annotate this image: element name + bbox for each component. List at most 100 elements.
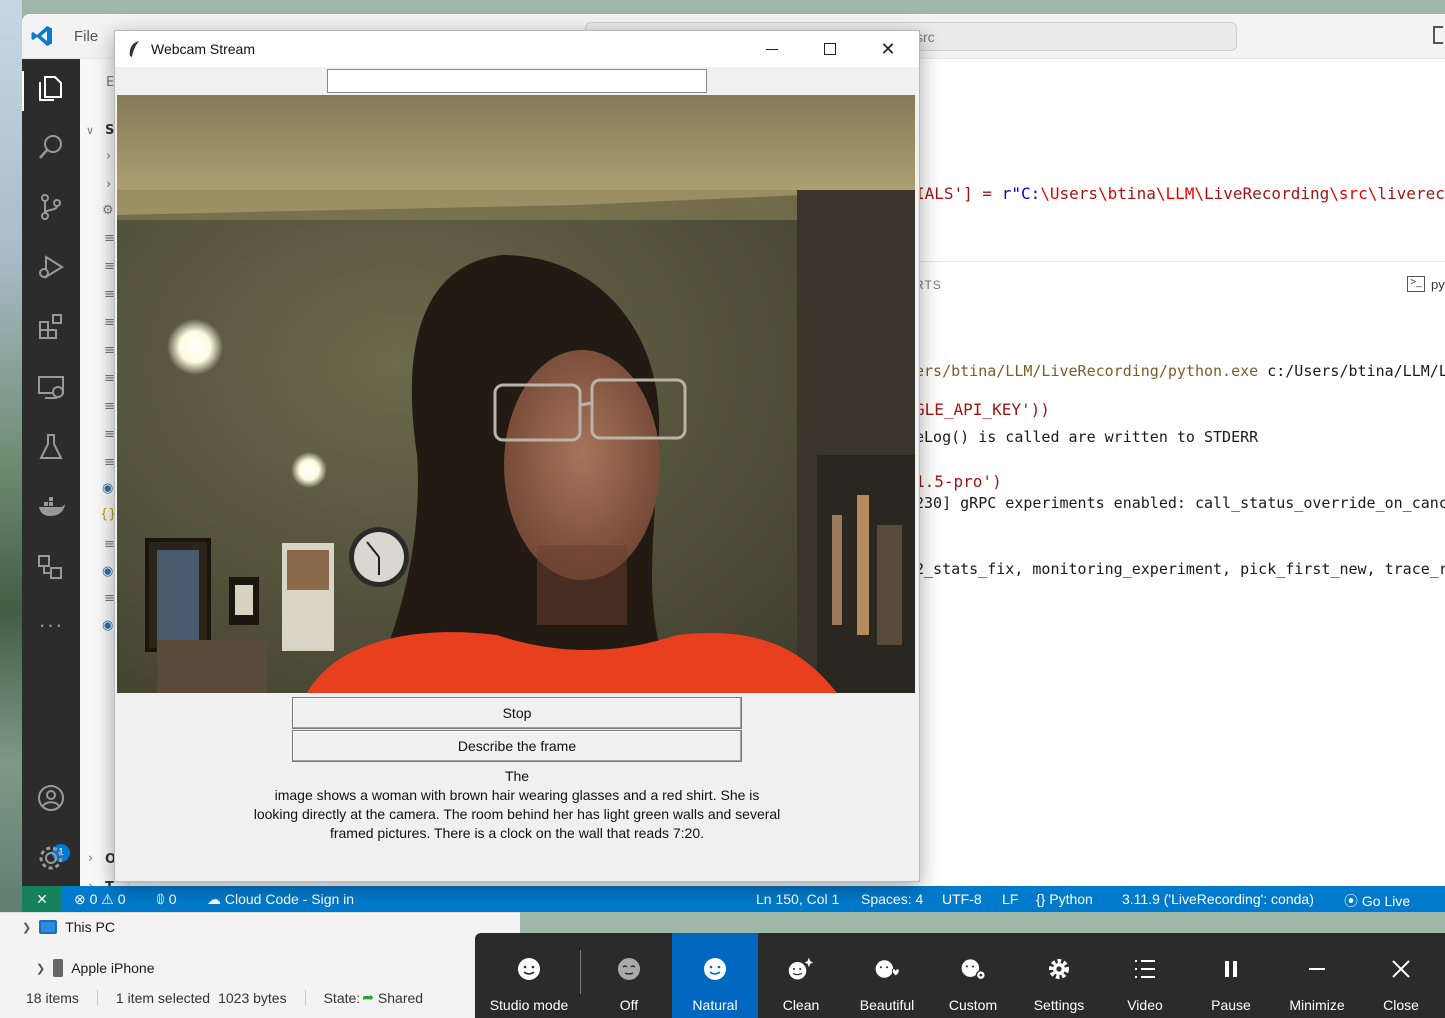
state-label: State: — [323, 989, 361, 1006]
shared-icon: ➦ — [362, 989, 374, 1005]
minus-icon — [1303, 955, 1331, 983]
terminal-line: eLog() is called are written to STDERR — [915, 428, 1259, 446]
studio-effects-toolbar: Studio mode Off Natural Clean Beautiful … — [475, 933, 1445, 1018]
natural-button[interactable]: Natural — [672, 933, 758, 1018]
this-pc-label: This PC — [65, 919, 116, 935]
face-icon — [515, 955, 543, 983]
pause-icon — [1217, 955, 1245, 983]
nav-this-pc[interactable]: ❯ This PC — [22, 919, 115, 935]
encoding[interactable]: UTF-8 — [942, 891, 982, 907]
minimize-toolbar-button[interactable]: Minimize — [1274, 933, 1360, 1018]
describe-frame-button[interactable]: Describe the frame — [292, 730, 742, 762]
toolbar-divider — [580, 950, 581, 994]
window-title: Webcam Stream — [151, 41, 255, 57]
more-icon[interactable]: ··· — [36, 612, 66, 642]
chevron-down-icon[interactable]: ∨ — [86, 124, 94, 137]
problems-indicator[interactable]: ⊗ 0 ⚠ 0 — [74, 891, 126, 908]
settings-button[interactable]: Settings — [1016, 933, 1102, 1018]
remote-indicator-icon[interactable]: ✕ — [22, 886, 62, 912]
accounts-icon[interactable] — [36, 783, 66, 813]
prompt-entry[interactable] — [327, 69, 707, 93]
section-src[interactable]: S — [105, 123, 114, 138]
gear-icon — [1045, 955, 1073, 983]
extensions-icon[interactable] — [36, 312, 66, 342]
terminal-line: ers/btina/LLM/LiveRecording/python.exe c… — [915, 362, 1445, 380]
desktop-wallpaper — [0, 0, 22, 1018]
settings-file-icon[interactable]: ⚙ — [102, 203, 114, 218]
terminal-python-tab[interactable]: >_ py — [1407, 276, 1445, 292]
chevron-right-icon[interactable]: › — [88, 851, 93, 866]
activity-bar: ··· 1 — [22, 59, 80, 886]
webcam-video-frame — [117, 95, 915, 693]
video-button[interactable]: Video — [1102, 933, 1188, 1018]
ports-indicator[interactable]: 𝟘 0 — [156, 891, 177, 908]
explorer-files-icon[interactable] — [36, 73, 66, 103]
webcam-titlebar[interactable]: Webcam Stream ✕ — [115, 31, 919, 67]
explorer-status-bar: 18 items 1 item selected 1023 bytes Stat… — [26, 989, 423, 1006]
custom-button[interactable]: Custom — [930, 933, 1016, 1018]
off-button[interactable]: Off — [586, 933, 672, 1018]
clean-button[interactable]: Clean — [758, 933, 844, 1018]
python-file-icon[interactable]: ◉ — [102, 481, 113, 496]
code-line: IALS'] = r"C:\Users\btina\LLM\LiveRecord… — [915, 184, 1445, 203]
face-natural-icon — [701, 955, 729, 983]
pause-button[interactable]: Pause — [1188, 933, 1274, 1018]
cloud-code-signin[interactable]: ☁ Cloud Code - Sign in — [207, 891, 354, 908]
stop-button[interactable]: Stop — [292, 697, 742, 729]
minimize-icon — [766, 48, 778, 50]
close-icon: ✕ — [880, 38, 896, 59]
nav-apple-iphone[interactable]: ❯ Apple iPhone — [36, 959, 155, 977]
item-count: 18 items — [26, 989, 79, 1006]
search-icon[interactable] — [36, 132, 66, 162]
testing-flask-icon[interactable] — [36, 432, 66, 462]
docker-icon[interactable] — [36, 492, 66, 522]
layout-toggle-icon[interactable] — [1433, 26, 1443, 44]
maximize-icon — [824, 43, 836, 55]
minimize-button[interactable] — [743, 31, 801, 67]
indentation[interactable]: Spaces: 4 — [861, 891, 923, 907]
phone-icon — [53, 959, 64, 977]
frame-description: The image shows a woman with brown hair … — [253, 768, 781, 841]
beautiful-button[interactable]: Beautiful — [844, 933, 930, 1018]
go-live-button[interactable]: ⦿ Go Live — [1344, 891, 1410, 911]
terminal-output[interactable]: ers/btina/LLM/LiveRecording/python.exe c… — [915, 316, 1445, 690]
cursor-position[interactable]: Ln 150, Col 1 — [756, 891, 839, 907]
face-off-icon — [615, 955, 643, 983]
list-icon — [1131, 955, 1159, 983]
close-icon — [1387, 955, 1415, 983]
webcam-stream-window: Webcam Stream ✕ Stop Describe the frame … — [114, 30, 920, 882]
menu-file[interactable]: File — [74, 28, 98, 45]
monitor-icon — [39, 920, 58, 934]
panel-divider[interactable] — [915, 261, 1445, 262]
pull-requests-icon[interactable] — [36, 552, 66, 582]
face-sparkle-icon — [787, 955, 815, 983]
manage-gear-icon[interactable] — [36, 843, 66, 873]
language-mode[interactable]: {​} Python — [1036, 891, 1093, 907]
sidebar-title: E — [106, 75, 115, 90]
apple-iphone-label: Apple iPhone — [71, 960, 155, 976]
maximize-button[interactable] — [801, 31, 859, 67]
face-heart-icon — [873, 955, 901, 983]
studio-mode-button[interactable]: Studio mode — [481, 933, 577, 1018]
source-control-icon[interactable] — [36, 192, 66, 222]
python-file-icon[interactable]: ◉ — [102, 618, 113, 633]
python-interpreter[interactable]: 3.11.9 ('LiveRecording': conda) — [1122, 891, 1314, 907]
selected-count: 1 item selected — [115, 989, 211, 1006]
vscode-logo-icon — [31, 26, 52, 46]
chevron-right-icon[interactable]: › — [106, 177, 111, 192]
braces-icon: {​} — [1036, 891, 1046, 907]
chevron-down-icon[interactable]: ❯ — [22, 921, 31, 934]
status-bar: ✕ ⊗ 0 ⚠ 0 𝟘 0 ☁ Cloud Code - Sign in Ln … — [22, 886, 1445, 912]
chevron-right-icon[interactable]: ❯ — [36, 962, 45, 975]
terminal-icon: >_ — [1407, 276, 1425, 292]
chevron-right-icon[interactable]: › — [106, 149, 111, 164]
face-gear-icon — [959, 955, 987, 983]
feather-icon — [129, 41, 139, 57]
python-file-icon[interactable]: ◉ — [102, 564, 113, 579]
close-toolbar-button[interactable]: Close — [1360, 933, 1442, 1018]
run-debug-icon[interactable] — [36, 252, 66, 282]
line-endings[interactable]: LF — [1002, 891, 1018, 907]
close-button[interactable]: ✕ — [859, 31, 917, 67]
remote-explorer-icon[interactable] — [36, 372, 66, 402]
broadcast-icon: ⦿ — [1344, 893, 1358, 909]
